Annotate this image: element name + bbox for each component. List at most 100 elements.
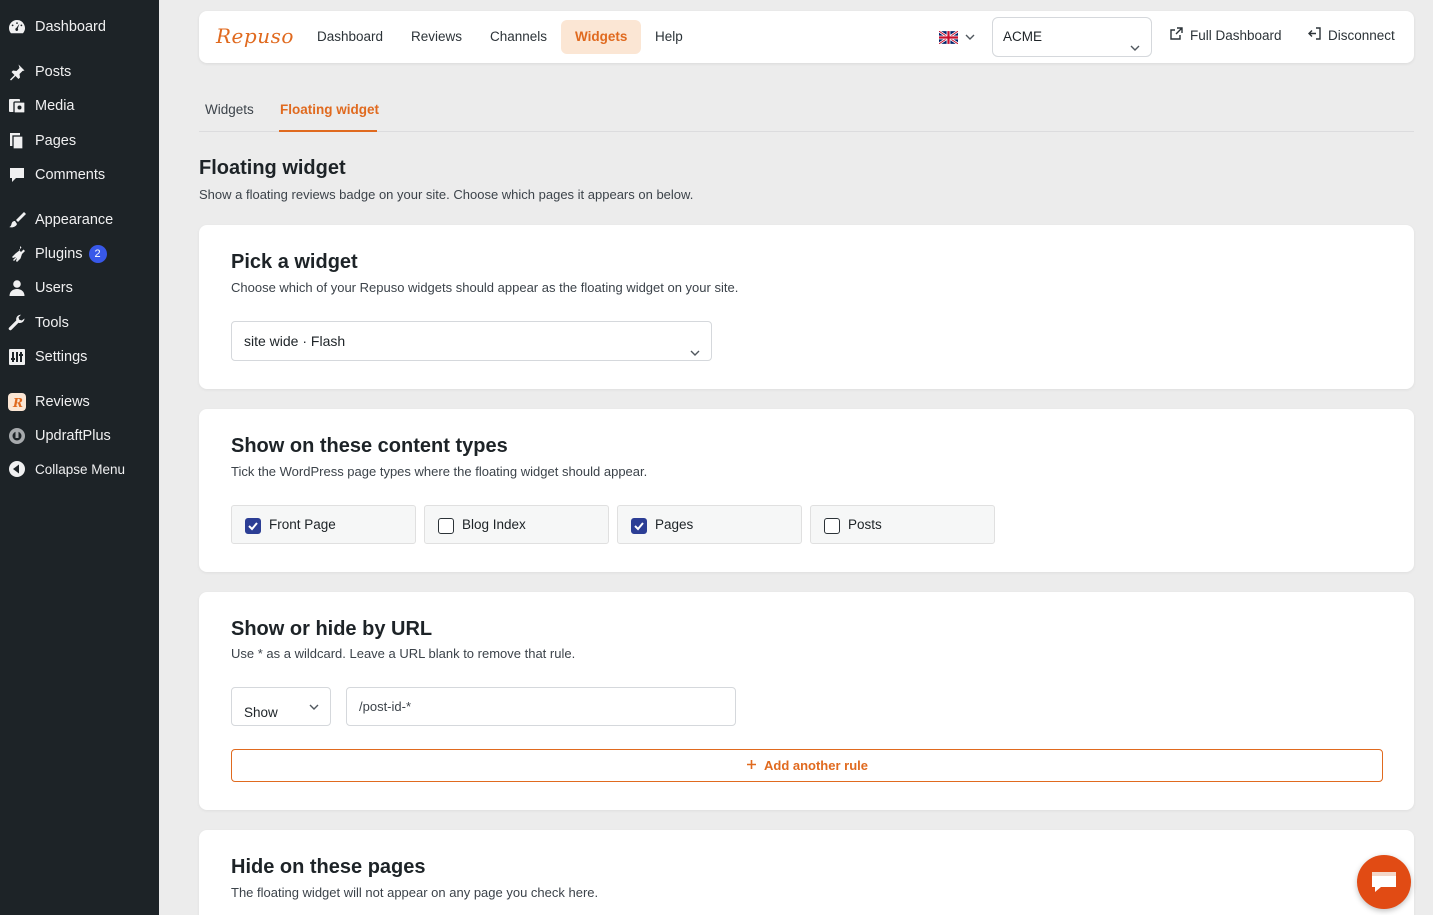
checkbox[interactable] bbox=[245, 518, 261, 534]
nav-dashboard[interactable]: Dashboard bbox=[303, 20, 397, 54]
page-subtitle: Show a floating reviews badge on your si… bbox=[199, 187, 694, 202]
svg-text:R: R bbox=[12, 396, 23, 410]
chevron-down-icon bbox=[1129, 31, 1141, 69]
sidebar-item-label: Media bbox=[35, 98, 75, 114]
checkbox-blog-index[interactable]: Blog Index bbox=[424, 505, 609, 544]
full-dashboard-label: Full Dashboard bbox=[1190, 27, 1282, 43]
repuso-icon: R bbox=[8, 393, 26, 411]
sidebar-plugins-text: Plugins bbox=[35, 245, 83, 262]
sidebar-item-plugins[interactable]: Plugins 2 bbox=[0, 237, 159, 271]
sidebar-item-label: Tools bbox=[35, 315, 69, 331]
plugins-update-badge: 2 bbox=[88, 245, 107, 263]
dashboard-icon bbox=[8, 18, 26, 36]
plus-icon bbox=[746, 758, 757, 773]
url-rules-card: Show or hide by URL Use * as a wildcard.… bbox=[199, 592, 1414, 810]
sidebar-item-reviews[interactable]: R Reviews bbox=[0, 385, 159, 419]
nav-reviews[interactable]: Reviews bbox=[397, 20, 476, 54]
card-title: Pick a widget bbox=[231, 251, 358, 273]
sidebar-item-tools[interactable]: Tools bbox=[0, 306, 159, 340]
disconnect-button[interactable]: Disconnect bbox=[1308, 27, 1395, 43]
card-title: Show on these content types bbox=[231, 435, 508, 457]
rule-mode-value: Show bbox=[244, 705, 278, 720]
card-subtitle: Use * as a wildcard. Leave a URL blank t… bbox=[231, 646, 576, 661]
account-select[interactable]: ACME bbox=[992, 17, 1152, 57]
sidebar-item-pages[interactable]: Pages bbox=[0, 124, 159, 158]
pin-icon bbox=[8, 63, 26, 81]
pick-widget-card: Pick a widget Choose which of your Repus… bbox=[199, 225, 1414, 389]
checkbox[interactable] bbox=[631, 518, 647, 534]
add-rule-button[interactable]: Add another rule bbox=[231, 749, 1383, 782]
sidebar-item-label: Dashboard bbox=[35, 19, 106, 35]
tab-floating-widget[interactable]: Floating widget bbox=[280, 102, 379, 117]
checkbox[interactable] bbox=[438, 518, 454, 534]
brush-icon bbox=[8, 211, 26, 229]
widget-select[interactable]: site wide · Flash bbox=[231, 321, 712, 361]
updraft-icon bbox=[8, 427, 26, 445]
nav-widgets[interactable]: Widgets bbox=[561, 20, 642, 54]
card-subtitle: Tick the WordPress page types where the … bbox=[231, 464, 648, 479]
sidebar-item-posts[interactable]: Posts bbox=[0, 55, 159, 89]
plugin-icon bbox=[8, 245, 26, 263]
card-title: Show or hide by URL bbox=[231, 618, 433, 640]
sidebar-item-label: Reviews bbox=[35, 394, 90, 410]
full-dashboard-link[interactable]: Full Dashboard bbox=[1170, 27, 1282, 43]
collapse-menu-button[interactable]: Collapse Menu bbox=[0, 452, 159, 486]
card-subtitle: The floating widget will not appear on a… bbox=[231, 885, 599, 900]
sidebar-item-media[interactable]: Media bbox=[0, 89, 159, 123]
sidebar-item-label: UpdraftPlus bbox=[35, 428, 111, 444]
account-select-value: ACME bbox=[1003, 29, 1043, 44]
external-link-icon bbox=[1170, 27, 1183, 43]
plugin-top-nav: Repuso Dashboard Reviews Channels Widget… bbox=[199, 11, 1414, 63]
card-title: Hide on these pages bbox=[231, 856, 426, 878]
tabs-divider bbox=[199, 131, 1414, 132]
sidebar-item-appearance[interactable]: Appearance bbox=[0, 203, 159, 237]
sidebar-item-users[interactable]: Users bbox=[0, 271, 159, 305]
uk-flag-icon[interactable] bbox=[938, 30, 959, 45]
checkbox-label: Blog Index bbox=[462, 517, 526, 532]
chevron-down-icon bbox=[964, 30, 976, 48]
page-title: Floating widget bbox=[199, 157, 346, 179]
rule-mode-select[interactable]: Show bbox=[231, 687, 331, 726]
comment-icon bbox=[8, 166, 26, 184]
hide-pages-card: Hide on these pages The floating widget … bbox=[199, 830, 1414, 915]
checkbox[interactable] bbox=[824, 518, 840, 534]
sidebar-item-label: Users bbox=[35, 280, 73, 296]
media-icon bbox=[8, 97, 26, 115]
sidebar-item-label: Comments bbox=[35, 167, 106, 183]
sidebar-item-label: Settings bbox=[35, 349, 88, 365]
rule-url-input[interactable] bbox=[346, 687, 736, 726]
nav-help[interactable]: Help bbox=[641, 20, 697, 54]
sidebar-item-label: Posts bbox=[35, 64, 72, 80]
pages-icon bbox=[8, 132, 26, 150]
wrench-icon bbox=[8, 314, 26, 332]
logout-icon bbox=[1308, 27, 1321, 43]
content-types-card: Show on these content types Tick the Wor… bbox=[199, 409, 1414, 572]
checkbox-label: Pages bbox=[655, 517, 694, 532]
sidebar-item-updraftplus[interactable]: UpdraftPlus bbox=[0, 419, 159, 453]
disconnect-label: Disconnect bbox=[1328, 27, 1395, 43]
collapse-icon bbox=[8, 460, 26, 478]
add-rule-label: Add another rule bbox=[763, 758, 868, 773]
sidebar-item-label: Plugins 2 bbox=[35, 245, 107, 263]
sidebar-item-dashboard[interactable]: Dashboard bbox=[0, 10, 159, 44]
tab-widgets[interactable]: Widgets bbox=[205, 102, 254, 117]
checkbox-label: Front Page bbox=[269, 517, 336, 532]
sidebar-item-settings[interactable]: Settings bbox=[0, 340, 159, 374]
checkbox-pages[interactable]: Pages bbox=[617, 505, 802, 544]
sidebar-item-label: Appearance bbox=[35, 212, 114, 228]
sidebar-item-comments[interactable]: Comments bbox=[0, 158, 159, 192]
chat-launcher-button[interactable] bbox=[1357, 855, 1411, 909]
user-icon bbox=[8, 279, 26, 297]
checkbox-front-page[interactable]: Front Page bbox=[231, 505, 416, 544]
admin-sidebar: Dashboard Posts Media Pages Comments App… bbox=[0, 0, 159, 915]
chevron-down-icon bbox=[308, 701, 320, 713]
repuso-logo: Repuso bbox=[216, 24, 294, 48]
sidebar-item-label: Pages bbox=[35, 133, 77, 149]
nav-channels[interactable]: Channels bbox=[476, 20, 561, 54]
card-subtitle: Choose which of your Repuso widgets shou… bbox=[231, 280, 739, 295]
widget-select-value: site wide · Flash bbox=[244, 333, 346, 349]
active-tab-underline bbox=[279, 130, 377, 132]
checkbox-label: Posts bbox=[848, 517, 882, 532]
sidebar-item-label: Collapse Menu bbox=[35, 461, 126, 477]
checkbox-posts[interactable]: Posts bbox=[810, 505, 995, 544]
